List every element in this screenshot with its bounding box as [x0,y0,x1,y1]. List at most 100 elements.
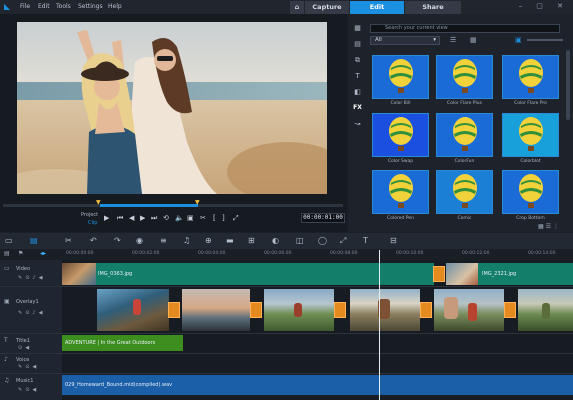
storyboard-view-icon[interactable]: ▭ [5,236,13,245]
play-icon[interactable]: ▶ [104,214,109,222]
step-back-icon[interactable]: ◀ [129,214,134,222]
mask-creator-icon[interactable]: ◐ [272,236,279,245]
instant-project-icon[interactable]: ▤ [352,40,363,48]
transition-marker[interactable] [433,266,445,282]
speech-bubble-icon[interactable]: ◯ [318,236,327,245]
hd-toggle-icon[interactable]: ▣ [187,214,194,222]
trim-marker-end-icon[interactable]: ▼ [195,199,200,206]
library-search-input[interactable]: Search your current view [370,24,560,33]
transition-marker[interactable] [420,302,432,318]
transition-marker[interactable] [250,302,262,318]
library-thumbnail[interactable] [436,55,493,99]
track-controls[interactable]: ✎⊙◀ [18,364,39,370]
ripple-edit-icon[interactable]: ◂▸ [40,250,46,257]
zoom-out-icon[interactable]: ⊟ [390,236,397,245]
multi-camera-icon[interactable]: ⊞ [248,236,255,245]
step-forward-icon[interactable]: ▶ [140,214,145,222]
clip-figure [133,299,141,315]
graphics-icon[interactable]: ◧ [352,88,363,96]
track-controls[interactable]: ✎⊙♪◀ [18,310,45,316]
repeat-icon[interactable]: ⟲ [163,214,169,222]
video-track-icon: ▭ [4,265,10,272]
home-tab-icon[interactable]: ⌂ [290,1,304,14]
timecode-display[interactable]: 00:00:01:00 [301,213,345,223]
overlay-clip[interactable] [264,289,334,331]
auto-music-icon[interactable]: ♫ [183,236,190,245]
overlay-clip[interactable] [182,289,250,331]
lane-separator [0,333,573,334]
menu-edit[interactable]: Edit [38,3,50,10]
track-manager-icon[interactable]: ▤ [4,250,10,257]
window-controls[interactable]: – ▢ ✕ [519,2,569,10]
video-clip[interactable]: IMG_2321.jpg [446,263,573,285]
overlay-clip[interactable] [434,289,504,331]
library-thumbnail[interactable] [502,170,559,214]
music-clip[interactable]: 029_Homeward_Bound.mid(compiled).wav [62,375,573,395]
ruler-tick: 00:00:06:00 [264,251,292,256]
ruler-tick: 00:00:04:00 [198,251,226,256]
trim-marker-start-icon[interactable]: ▼ [96,199,101,206]
library-thumbnail[interactable] [372,55,429,99]
library-thumbnail[interactable] [436,113,493,157]
library-thumbnail[interactable] [372,113,429,157]
fit-timeline-icon[interactable]: ⤢ [340,236,346,246]
transition-marker[interactable] [334,302,346,318]
transition-marker[interactable] [504,302,516,318]
tools-icon[interactable]: ✂ [65,236,72,245]
library-thumbnail-label: Colorblot [520,159,541,164]
overlay-clip[interactable] [350,289,420,331]
fx-filter-icon[interactable]: FX [352,104,363,111]
record-capture-icon[interactable]: ◉ [136,236,143,245]
overlay-clip[interactable] [97,289,169,331]
title-clip[interactable]: ADVENTURE | In the Great Outdoors [62,335,183,351]
library-filter-dropdown[interactable]: All ▾ [370,36,440,45]
clip-mode-label[interactable]: Clip [88,220,97,226]
track-controls[interactable]: ✎⊙◀ [18,387,39,393]
title-icon[interactable]: T [352,72,363,80]
library-thumbnail[interactable] [372,170,429,214]
tab-share[interactable]: Share [405,1,461,14]
menu-settings[interactable]: Settings [78,3,103,10]
fullscreen-icon[interactable]: ⤢ [233,214,239,223]
library-scrollbar[interactable] [566,50,570,120]
library-thumbnail-label: ColorFun [454,159,475,164]
volume-icon[interactable]: 🔈 [175,214,184,222]
split-screen-icon[interactable]: ◫ [296,236,304,245]
transition-marker[interactable] [168,302,180,318]
skip-start-icon[interactable]: ⏮ [117,214,123,223]
menu-tools[interactable]: Tools [56,3,71,10]
tab-edit[interactable]: Edit [350,1,404,14]
menu-file[interactable]: File [20,3,30,10]
mark-in-icon[interactable]: [ [213,214,216,222]
media-icon[interactable]: ▦ [352,24,363,32]
split-clip-icon[interactable]: ✂ [200,214,206,222]
library-thumbnail[interactable] [436,170,493,214]
transition-icon[interactable]: ⧉ [352,56,363,65]
subtitle-editor-icon[interactable]: ▬ [226,236,234,245]
library-sort-icon[interactable]: ▣ [515,36,522,44]
thumbnail-size-slider[interactable] [527,39,563,41]
timeline-view-icon[interactable]: ▤ [30,236,38,245]
library-footer-icons[interactable]: ▦☰⋮ [538,223,561,230]
mark-out-icon[interactable]: ] [222,214,225,222]
project-mode-label[interactable]: Project [81,212,98,218]
track-controls[interactable]: ⊙◀ [18,345,32,351]
skip-end-icon[interactable]: ⏭ [151,214,157,223]
track-controls[interactable]: ✎⊙♪◀ [18,275,45,281]
add-chapter-icon[interactable]: ⚑ [18,250,23,257]
title-tool-icon[interactable]: T [363,236,368,245]
undo-icon[interactable]: ↶ [90,236,97,245]
playhead[interactable] [379,250,380,400]
motion-tracking-icon[interactable]: ⊕ [205,236,212,245]
menu-help[interactable]: Help [108,3,122,10]
library-thumbnail[interactable] [502,113,559,157]
sound-mixer-icon[interactable]: ≡ [160,236,167,245]
tab-capture[interactable]: Capture [305,1,349,14]
library-view-icon[interactable]: ☰ [450,36,456,44]
balloon-icon [389,117,413,151]
library-grid-icon[interactable]: ▦ [470,36,477,44]
library-thumbnail[interactable] [502,55,559,99]
overlay-clip[interactable] [518,289,573,331]
path-icon[interactable]: ↝ [352,120,363,128]
redo-icon[interactable]: ↷ [114,236,121,245]
